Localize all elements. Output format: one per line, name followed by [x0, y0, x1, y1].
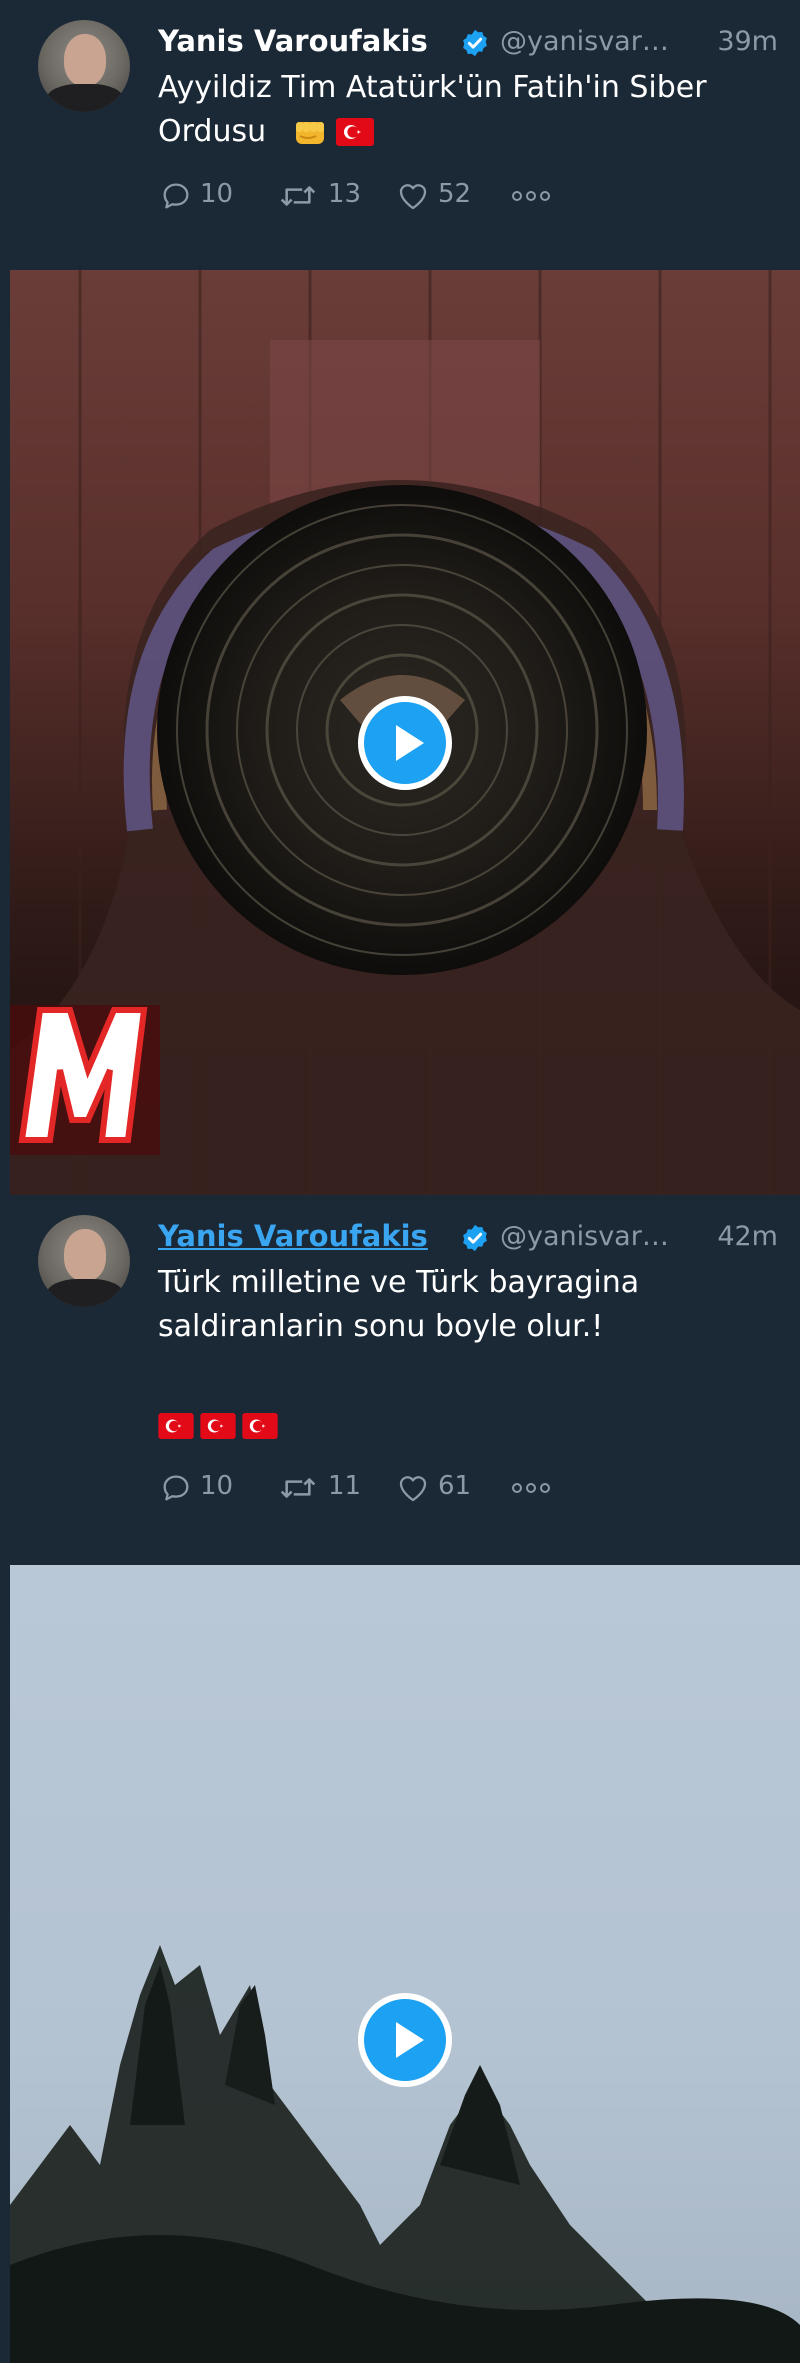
author-handle[interactable]: @yanisvar…: [500, 26, 669, 57]
author-name[interactable]: Yanis Varoufakis: [158, 1219, 428, 1253]
verified-badge-icon: [463, 29, 487, 57]
author-handle[interactable]: @yanisvar…: [500, 1221, 669, 1252]
retweet-count: 13: [328, 179, 362, 209]
flag-emojis: [158, 1413, 284, 1439]
tweet-text-line-1: Türk milletine ve Türk bayragina: [158, 1265, 640, 1300]
retweet-count: 11: [328, 1471, 362, 1501]
like-count: 52: [438, 179, 472, 209]
verified-badge-icon: [463, 1224, 487, 1252]
avatar[interactable]: [38, 20, 130, 112]
more-button[interactable]: [508, 175, 558, 215]
reply-icon: [163, 183, 189, 209]
tweet-header: Yanis Varoufakis @yanisvar… 42m: [158, 1219, 778, 1259]
like-icon: [399, 1476, 427, 1502]
play-icon[interactable]: [358, 1993, 452, 2087]
reply-button[interactable]: 10: [158, 175, 248, 215]
play-icon[interactable]: [358, 696, 452, 790]
tweet-1[interactable]: Yanis Varoufakis @yanisvar… 39m Ayyildiz…: [0, 0, 800, 270]
avatar[interactable]: [38, 1215, 130, 1307]
fist-emoji-icon: [296, 122, 324, 144]
retweet-icon: [280, 186, 316, 206]
tweet-2-video[interactable]: [10, 1565, 800, 2363]
tweet-actions: 10 13 52: [158, 175, 578, 215]
reply-icon: [163, 1475, 189, 1501]
tweet-time[interactable]: 39m: [717, 26, 778, 57]
tweet-1-video[interactable]: [10, 270, 800, 1195]
tweet-text-line-2: saldiranlarin sonu boyle olur.!: [158, 1309, 604, 1344]
avatar-shirt: [46, 1279, 124, 1307]
retweet-button[interactable]: 11: [276, 1467, 376, 1507]
more-button[interactable]: [508, 1467, 558, 1507]
turkey-flag-icon: [336, 118, 374, 146]
like-icon: [399, 184, 427, 210]
video-thumbnail: [10, 1565, 800, 2363]
like-button[interactable]: 52: [394, 175, 484, 215]
tweet-2[interactable]: Yanis Varoufakis @yanisvar… 42m Türk mil…: [0, 1195, 800, 1565]
like-button[interactable]: 61: [394, 1467, 484, 1507]
tweet-header: Yanis Varoufakis @yanisvar… 39m: [158, 24, 778, 64]
retweet-button[interactable]: 13: [276, 175, 376, 215]
tweet-actions: 10 11 61: [158, 1467, 578, 1507]
retweet-icon: [280, 1478, 316, 1498]
turkey-flag-icon: [200, 1413, 236, 1439]
tweet-text: Ayyildiz Tim Atatürk'ün Fatih'in Siber O…: [158, 66, 778, 154]
more-icon: [512, 1483, 550, 1493]
avatar-face: [64, 34, 106, 86]
tweet-text-line-2-row: Ordusu: [158, 110, 778, 154]
turkey-flag-icon: [242, 1413, 278, 1439]
reply-count: 10: [200, 179, 234, 209]
like-count: 61: [438, 1471, 472, 1501]
tweet-text-line-2: Ordusu: [158, 114, 267, 149]
tweet-time[interactable]: 42m: [717, 1221, 778, 1252]
caret-pointer: [384, 1547, 420, 1565]
turkey-flag-icon: [158, 1413, 194, 1439]
avatar-shirt: [46, 84, 124, 112]
reply-button[interactable]: 10: [158, 1467, 248, 1507]
tweet-text-line-1: Ayyildiz Tim Atatürk'ün Fatih'in Siber: [158, 70, 707, 105]
avatar-face: [64, 1229, 106, 1281]
reply-count: 10: [200, 1471, 234, 1501]
tweet-text: Türk milletine ve Türk bayragina saldira…: [158, 1261, 778, 1349]
author-name[interactable]: Yanis Varoufakis: [158, 24, 428, 58]
more-icon: [512, 191, 550, 201]
